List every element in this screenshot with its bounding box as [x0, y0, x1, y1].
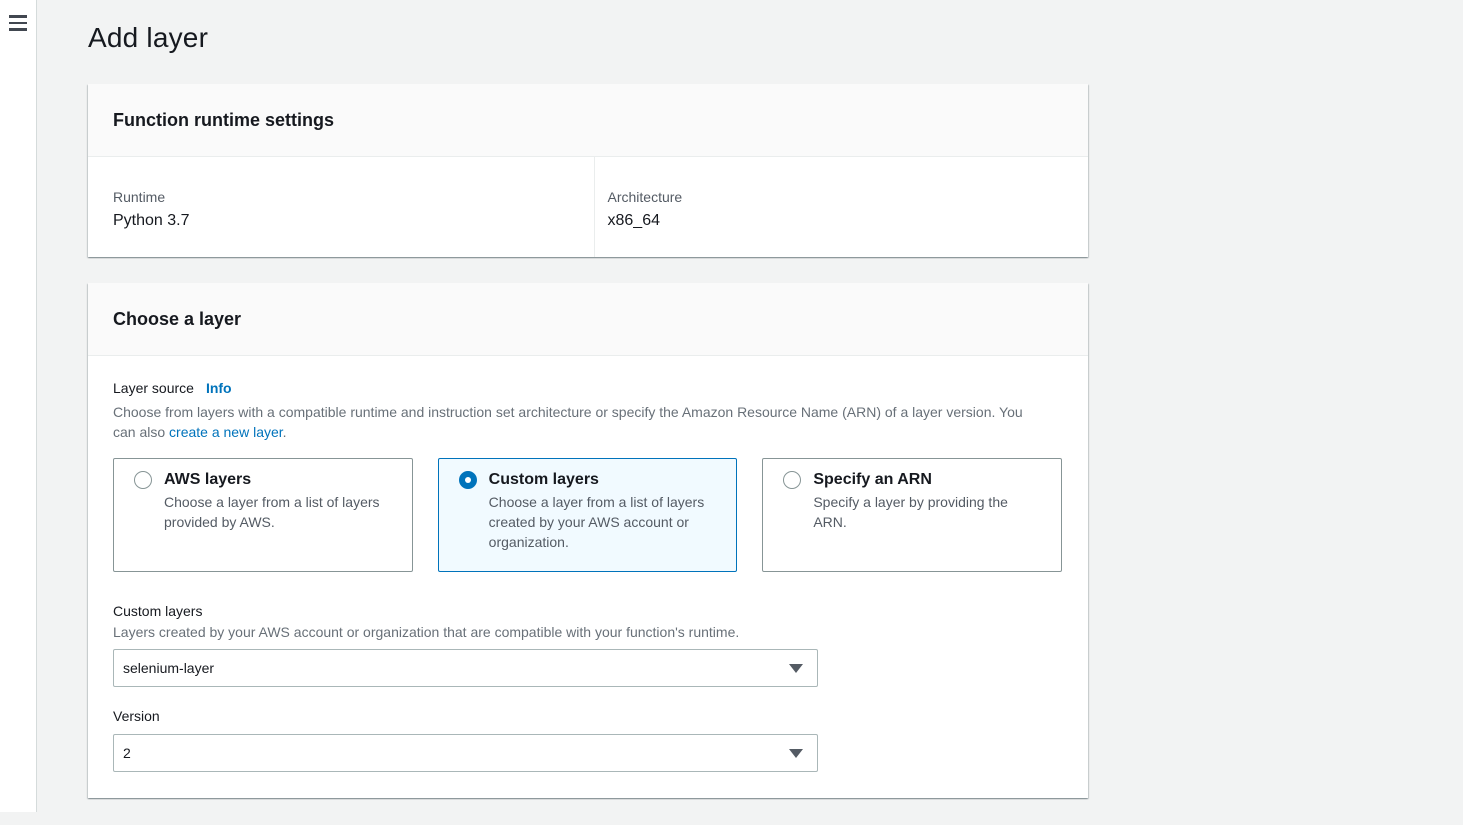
- function-runtime-settings-card: Function runtime settings Runtime Python…: [88, 84, 1088, 257]
- architecture-label: Architecture: [608, 189, 1089, 205]
- tile-description: Specify a layer by providing the ARN.: [813, 492, 1038, 532]
- tile-title: Custom layers: [489, 471, 599, 489]
- app-root: Add layer Function runtime settings Runt…: [0, 0, 1463, 825]
- choose-a-layer-card: Choose a layer Layer source Info Choose …: [88, 283, 1088, 798]
- menu-button[interactable]: [5, 12, 31, 34]
- radio-icon[interactable]: [134, 471, 152, 489]
- tile-title: AWS layers: [164, 471, 251, 489]
- version-select[interactable]: 2: [113, 734, 818, 772]
- runtime-label: Runtime: [113, 189, 594, 205]
- dropdown-caret-icon: [789, 664, 803, 673]
- layer-source-options: AWS layers Choose a layer from a list of…: [113, 458, 1062, 572]
- tile-custom-layers[interactable]: Custom layers Choose a layer from a list…: [438, 458, 738, 572]
- custom-layers-select[interactable]: selenium-layer: [113, 649, 818, 687]
- layer-source-label: Layer source: [113, 380, 194, 396]
- custom-layers-label: Custom layers: [113, 603, 1062, 619]
- custom-layers-select-value: selenium-layer: [123, 660, 214, 676]
- layer-source-description: Choose from layers with a compatible run…: [113, 402, 1038, 442]
- architecture-value: x86_64: [608, 212, 1089, 230]
- dropdown-caret-icon: [789, 749, 803, 758]
- radio-icon[interactable]: [783, 471, 801, 489]
- version-label: Version: [113, 708, 1062, 724]
- tile-specify-arn[interactable]: Specify an ARN Specify a layer by provid…: [762, 458, 1062, 572]
- tile-title: Specify an ARN: [813, 471, 932, 489]
- hamburger-icon: [9, 15, 27, 18]
- runtime-field: Runtime Python 3.7: [88, 157, 594, 257]
- card-header: Choose a layer: [88, 283, 1088, 356]
- collapsed-side-nav: [0, 0, 37, 812]
- runtime-card-body: Runtime Python 3.7 Architecture x86_64: [88, 157, 1088, 257]
- info-link[interactable]: Info: [206, 380, 232, 396]
- custom-layers-description: Layers created by your AWS account or or…: [113, 624, 1062, 640]
- main-content: Add layer Function runtime settings Runt…: [37, 0, 1463, 825]
- runtime-card-title: Function runtime settings: [113, 110, 334, 131]
- runtime-value: Python 3.7: [113, 212, 594, 230]
- card-header: Function runtime settings: [88, 84, 1088, 157]
- choose-layer-card-title: Choose a layer: [113, 309, 241, 330]
- tile-description: Choose a layer from a list of layers cre…: [489, 492, 714, 552]
- tile-aws-layers[interactable]: AWS layers Choose a layer from a list of…: [113, 458, 413, 572]
- custom-layers-section: Custom layers Layers created by your AWS…: [113, 603, 1062, 687]
- create-new-layer-link[interactable]: create a new layer: [169, 424, 283, 440]
- version-select-value: 2: [123, 745, 131, 761]
- layer-source-label-row: Layer source Info: [113, 380, 1062, 396]
- choose-layer-card-body: Layer source Info Choose from layers wit…: [88, 356, 1088, 798]
- radio-icon[interactable]: [459, 471, 477, 489]
- version-section: Version 2: [113, 708, 1062, 772]
- architecture-field: Architecture x86_64: [594, 157, 1089, 257]
- page-title: Add layer: [88, 22, 1463, 54]
- tile-description: Choose a layer from a list of layers pro…: [164, 492, 389, 532]
